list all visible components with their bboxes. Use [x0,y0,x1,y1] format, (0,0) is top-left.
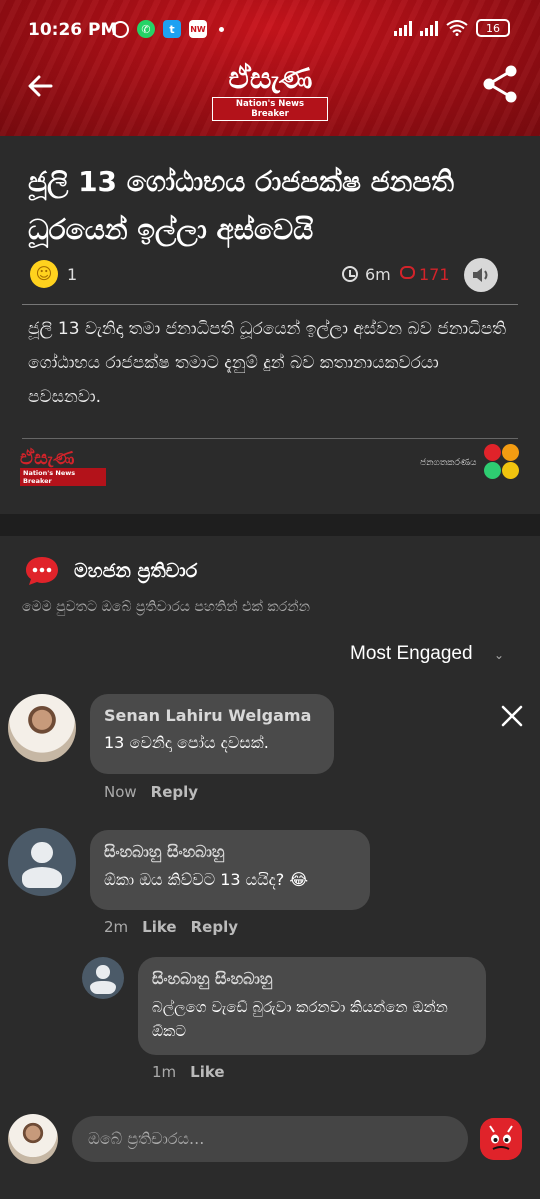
sort-dropdown[interactable]: Most Engaged [350,643,473,665]
whatsapp-icon: ✆ [137,20,155,38]
reply-button[interactable]: Reply [191,918,238,936]
article-body: ජූලි 13 වැනිදා තමා ජනාධිපති ධූරයෙන් ඉල්ල… [28,319,507,407]
article-title: ජූලි 13 ගෝඨාභය රාජපක්ෂ ජනපති ධූරයෙන් ඉල්… [28,165,455,246]
comment-meta: Now Reply [104,783,198,801]
comment-meta: 2m Like Reply [104,918,238,936]
comment-text: ඕකා ඔය කිව්වට 13 යයිද? 😂 [104,870,309,889]
twitter-icon: t [163,20,181,38]
reply-bubble: සිංහබාහු සිංහබාහු බල්ලගෙ වැඩේ බුරුවා කරන… [138,957,486,1055]
divider [22,304,518,305]
comment-text: බල්ලගෙ වැඩේ බුරුවා කරනවා කියන්නෙ ඔන්න ඕක… [152,998,448,1040]
comment-input-bar: ඔබේ ප්‍රතිචාරය... [0,1106,540,1176]
article-meta-row: ☺ 1 6m 171 [30,258,500,292]
back-button[interactable] [20,66,60,106]
comment-icon [400,266,415,279]
footer-logo: ඒසැණ Nation's News Breaker [20,448,106,487]
comment-bubble: සිංහබාහු සිංහබාහු ඕකා ඔය කිව්වට 13 යයිද?… [90,830,370,910]
comments-subtitle: මෙම පුවතට ඔබේ ප්‍රතිචාරය පහතින් එක් කරන්… [22,599,310,615]
notification-icons: ✆ t NW [112,20,224,38]
comments-title: මහජන ප්‍රතිචාර [74,560,198,582]
news-app-icon: NW [189,20,207,38]
popularity-label: ජනගතකරණය [420,458,477,468]
speaker-icon [473,268,488,282]
comment-author[interactable]: Senan Lahiru Welgama [104,706,320,725]
avatar[interactable] [8,694,76,762]
clock-icon [342,266,358,282]
arrow-left-icon [28,75,53,97]
header-bar: 10:26 PM ✆ t NW 16 ඒසැණ Nation's News Br… [0,0,540,136]
current-user-avatar [8,1114,58,1164]
like-button[interactable]: Like [190,1063,224,1081]
footer-logo-text: ඒසැණ [20,447,75,469]
comment-time: 1m [152,1063,177,1081]
popularity-circles-icon [484,444,520,480]
share-button[interactable] [478,62,522,106]
signal-icon-2 [420,20,438,36]
comment-bubble: Senan Lahiru Welgama 13 වෙනිදා පෝය දවසක්… [90,694,334,774]
reply-button[interactable]: Reply [151,783,198,801]
divider [22,438,518,439]
audio-button[interactable] [464,258,498,292]
comment-time: Now [104,783,137,801]
wifi-icon [446,20,468,36]
comment-count[interactable]: 171 [419,265,450,284]
section-separator [0,514,540,536]
share-icon [483,65,517,103]
signal-icon [394,20,412,36]
comment-author[interactable]: සිංහබාහු සිංහබාහු [104,842,356,862]
system-icons: 16 [394,19,510,37]
logo-text: ඒසැණ [228,61,312,96]
article: ජූලි 13 ගෝඨාභය රාජපක්ෂ ජනපති ධූරයෙන් ඉල්… [0,136,540,514]
footer-logo-tagline: Nation's News Breaker [20,468,106,486]
app-logo: ඒසැණ Nation's News Breaker [212,62,328,121]
comments-section: මහජන ප්‍රතිචාර මෙම පුවතට ඔබේ ප්‍රතිචාරය … [0,536,540,1199]
comment-text: 13 වෙනිදා පෝය දවසක්. [104,733,269,752]
avatar[interactable] [82,957,124,999]
alarm-icon [112,20,129,38]
comment-time: 2m [104,918,129,936]
time-ago: 6m [365,265,391,284]
logo-tagline: Nation's News Breaker [212,97,328,121]
status-time: 10:26 PM [28,20,118,40]
comment-input[interactable]: ඔබේ ප්‍රතිචාරය... [72,1116,468,1162]
more-notifications-dot [219,26,224,32]
chevron-down-icon[interactable]: ⌄ [494,648,504,662]
reaction-emoji-icon[interactable]: ☺ [30,260,58,288]
chat-bubble-icon [26,557,58,585]
comment-author[interactable]: සිංහබාහු සිංහබාහු [152,969,472,989]
avatar[interactable] [8,828,76,896]
emoji-sticker-icon[interactable] [480,1118,522,1160]
like-button[interactable]: Like [142,918,176,936]
reaction-count: 1 [67,265,78,284]
comment-meta: 1m Like [152,1063,225,1081]
battery-icon: 16 [476,19,510,37]
status-bar: 10:26 PM ✆ t NW 16 [0,0,540,60]
close-icon[interactable] [498,702,526,730]
